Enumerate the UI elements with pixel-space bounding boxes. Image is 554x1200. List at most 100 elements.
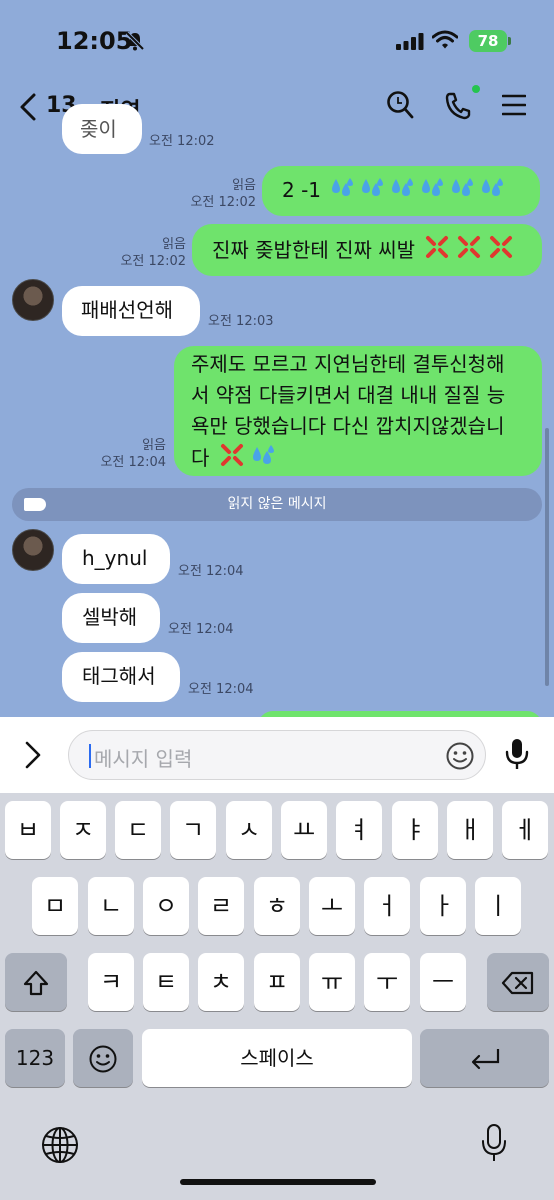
bell-muted-icon	[125, 31, 145, 51]
message-line: 욕만 당했습니다 다신 깝치지않겠습니	[191, 414, 505, 438]
key[interactable]: ㄴ	[88, 877, 134, 935]
numbers-key[interactable]: 123	[5, 1029, 65, 1087]
home-indicator[interactable]	[180, 1179, 376, 1185]
read-receipt: 읽음	[142, 438, 166, 453]
message-bubble-in[interactable]: 셀박해	[62, 593, 160, 643]
shift-key[interactable]	[5, 953, 67, 1011]
backspace-key[interactable]	[487, 953, 549, 1011]
shift-icon	[23, 970, 49, 996]
message-text: 태그해서	[82, 664, 156, 688]
message-time: 오전 12:04	[168, 622, 234, 637]
globe-icon[interactable]	[40, 1125, 80, 1165]
key[interactable]: ㅋ	[88, 953, 134, 1011]
return-key[interactable]	[420, 1029, 549, 1087]
unread-divider: 읽지 않은 메시지	[12, 488, 542, 521]
message-bubble-out[interactable]: 주제도 모르고 지연님한테 결투신청해 서 약점 다들키면서 대결 내내 질질 …	[174, 346, 542, 476]
message-meta: 읽음 오전 12:02	[102, 236, 186, 270]
message-bubble-in[interactable]: 태그해서	[62, 652, 180, 702]
key[interactable]: ㅡ	[420, 953, 466, 1011]
menu-icon[interactable]	[502, 94, 526, 116]
read-receipt: 읽음	[232, 178, 256, 193]
chevron-right-icon[interactable]	[24, 741, 42, 769]
anger-symbol-emoji	[424, 234, 516, 269]
dictation-microphone-icon[interactable]	[480, 1123, 508, 1163]
message-input[interactable]: 메시지 입력	[68, 730, 486, 780]
back-icon[interactable]	[18, 92, 38, 122]
message-line: 다	[191, 446, 210, 470]
message-time: 오전 12:02	[120, 254, 186, 269]
message-line: 주제도 모르고 지연님한테 결투신청해	[191, 352, 505, 376]
status-bar: 12:05 78	[0, 0, 554, 80]
key[interactable]: ㅔ	[502, 801, 548, 859]
message-composer: 메시지 입력	[0, 717, 554, 793]
key[interactable]: ㅂ	[5, 801, 51, 859]
scrollbar[interactable]	[545, 428, 549, 686]
key[interactable]: ㅍ	[254, 953, 300, 1011]
message-text: 좆이	[80, 117, 117, 141]
phone-icon[interactable]	[444, 90, 472, 120]
sweat-droplets-emoji	[330, 176, 506, 207]
tag-icon	[24, 498, 46, 511]
search-icon[interactable]	[386, 90, 414, 120]
key[interactable]: ㅊ	[198, 953, 244, 1011]
battery-tip	[508, 37, 511, 45]
message-bubble-out[interactable]: 2 -1	[262, 166, 540, 216]
emoji-key[interactable]	[73, 1029, 133, 1087]
key[interactable]: ㅣ	[475, 877, 521, 935]
key[interactable]: ㅌ	[143, 953, 189, 1011]
key[interactable]: ㄷ	[115, 801, 161, 859]
message-time: 오전 12:03	[208, 314, 274, 329]
message-text: 진짜 좆밥한테 진짜 씨발	[212, 238, 416, 262]
key[interactable]: ㅑ	[392, 801, 438, 859]
battery-indicator: 78	[469, 30, 507, 52]
microphone-icon[interactable]	[504, 737, 530, 771]
text-cursor	[89, 744, 91, 768]
message-text: 패배선언해	[81, 298, 173, 322]
online-dot	[472, 85, 480, 93]
message-time: 오전 12:02	[149, 134, 215, 149]
key[interactable]: ㅠ	[309, 953, 355, 1011]
key[interactable]: ㅅ	[226, 801, 272, 859]
message-text: 셀박해	[82, 605, 138, 629]
key[interactable]: ㅓ	[364, 877, 410, 935]
emoji-icon	[89, 1045, 117, 1073]
message-meta: 읽음 오전 12:04	[82, 437, 166, 471]
signal-icon	[396, 33, 424, 50]
key[interactable]: ㅐ	[447, 801, 493, 859]
message-line: 서 약점 다들키면서 대결 내내 질질 능	[191, 383, 506, 407]
backspace-icon	[501, 971, 534, 995]
avatar[interactable]	[12, 529, 54, 571]
wifi-icon	[432, 30, 458, 49]
message-text: 2 -1	[282, 178, 322, 202]
message-line-last: 다	[191, 442, 525, 477]
key[interactable]: ㅗ	[309, 877, 355, 935]
key[interactable]: ㄱ	[170, 801, 216, 859]
message-time: 오전 12:04	[100, 455, 166, 470]
key[interactable]: ㅎ	[254, 877, 300, 935]
avatar[interactable]	[12, 279, 54, 321]
message-time: 오전 12:02	[190, 195, 256, 210]
message-bubble-in[interactable]: h_ynul	[62, 534, 170, 584]
return-icon	[471, 1049, 499, 1070]
key[interactable]: ㅛ	[281, 801, 327, 859]
key[interactable]: ㅇ	[143, 877, 189, 935]
key[interactable]: ㅁ	[32, 877, 78, 935]
message-bubble-in[interactable]: 좆이	[62, 104, 142, 154]
key[interactable]: ㅜ	[364, 953, 410, 1011]
key[interactable]: ㅈ	[60, 801, 106, 859]
message-text: h_ynul	[82, 546, 148, 570]
keyboard: ㅂ ㅈ ㄷ ㄱ ㅅ ㅛ ㅕ ㅑ ㅐ ㅔ ㅁ ㄴ ㅇ ㄹ ㅎ ㅗ ㅓ ㅏ ㅣ ㅋ …	[0, 793, 554, 1200]
emoticon-icon[interactable]	[445, 741, 475, 771]
message-bubble-out[interactable]: 진짜 좆밥한테 진짜 씨발	[192, 224, 542, 276]
space-key[interactable]: 스페이스	[142, 1029, 412, 1087]
read-receipt: 읽음	[162, 237, 186, 252]
key[interactable]: ㅏ	[420, 877, 466, 935]
message-input-placeholder: 메시지 입력	[94, 747, 193, 771]
message-meta: 읽음 오전 12:02	[172, 177, 256, 211]
message-time: 오전 12:04	[188, 682, 254, 697]
chat-area[interactable]: 12:05 78 13 지연	[0, 0, 554, 717]
key[interactable]: ㄹ	[198, 877, 244, 935]
status-time: 12:05	[56, 27, 133, 55]
key[interactable]: ㅕ	[336, 801, 382, 859]
message-bubble-in[interactable]: 패배선언해	[62, 286, 200, 336]
